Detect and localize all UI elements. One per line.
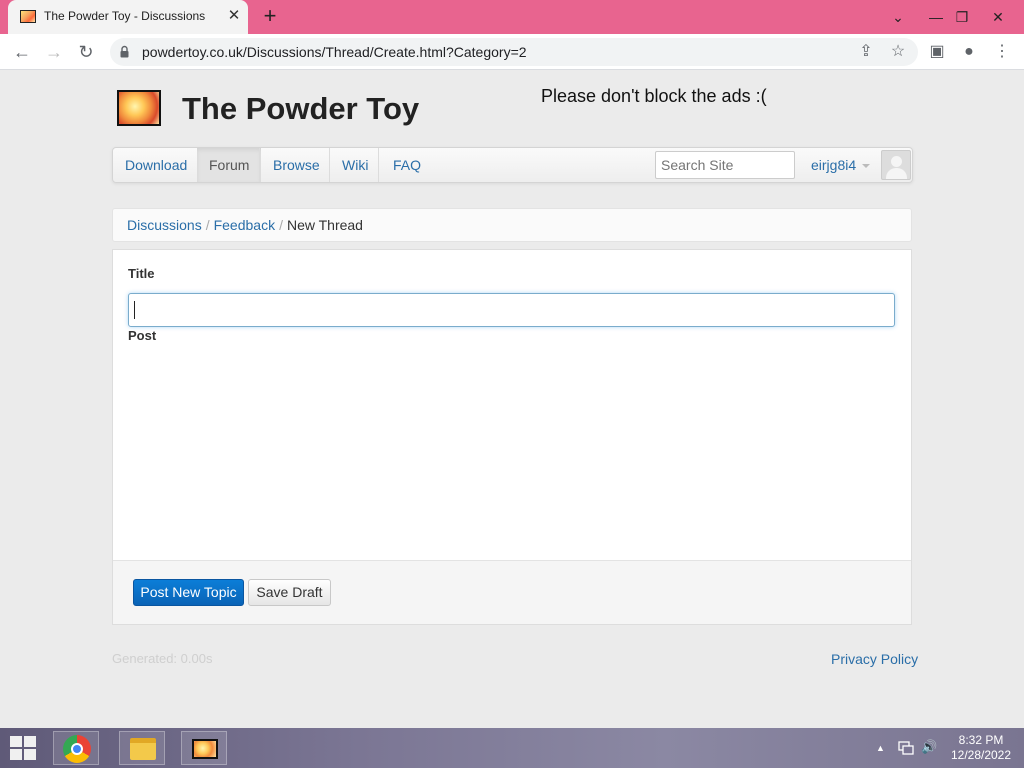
site-navbar: Download Forum Browse Wiki FAQ eirjg8i4 (112, 147, 913, 183)
post-new-topic-button[interactable]: Post New Topic (133, 579, 244, 606)
post-label: Post (128, 328, 157, 343)
breadcrumb-discussions[interactable]: Discussions (127, 217, 202, 233)
windows-start-icon[interactable] (10, 736, 36, 760)
start-pane (24, 749, 36, 760)
new-thread-form: Title Post Post New Topic Save Draft (112, 249, 912, 625)
text-cursor (134, 301, 135, 319)
taskbar-chrome[interactable] (53, 731, 99, 765)
breadcrumb-separator: / (205, 217, 210, 233)
nav-download[interactable]: Download (113, 148, 199, 182)
network-icon[interactable] (898, 740, 914, 756)
menu-kebab-icon[interactable]: ⋮ (990, 40, 1014, 64)
breadcrumb-separator: / (279, 217, 283, 233)
reload-icon[interactable]: ↻ (74, 40, 98, 64)
chrome-icon-center (71, 743, 83, 755)
tab-search-chevron-icon[interactable]: ⌄ (880, 0, 916, 34)
avatar-body (886, 168, 907, 179)
url-text[interactable]: powdertoy.co.uk/Discussions/Thread/Creat… (142, 44, 527, 60)
bookmark-star-icon[interactable]: ☆ (886, 40, 910, 64)
taskbar-powder-toy[interactable] (181, 731, 227, 765)
breadcrumb: Discussions / Feedback / New Thread (112, 208, 912, 242)
avatar[interactable] (881, 150, 911, 180)
generated-time: Generated: 0.00s (112, 651, 213, 666)
folder-icon (130, 738, 156, 760)
ads-notice: Please don't block the ads :( (541, 86, 767, 106)
powder-toy-logo[interactable] (117, 90, 161, 126)
caret-down-icon (862, 164, 871, 169)
site-title[interactable]: The Powder Toy (182, 91, 419, 127)
title-input[interactable] (128, 293, 895, 327)
privacy-policy-link[interactable]: Privacy Policy (831, 651, 918, 667)
profile-icon[interactable]: ● (957, 40, 981, 64)
clock-time: 8:32 PM (958, 733, 1004, 747)
nav-divider (378, 148, 379, 182)
breadcrumb-feedback[interactable]: Feedback (214, 217, 275, 233)
clock-date: 12/28/2022 (950, 748, 1012, 762)
page-content: The Powder Toy Please don't block the ad… (0, 71, 1024, 728)
avatar-head (891, 156, 902, 167)
post-editor[interactable] (128, 345, 895, 555)
nav-faq[interactable]: FAQ (381, 148, 433, 182)
back-arrow-icon[interactable]: ← (10, 40, 34, 64)
address-bar[interactable]: powdertoy.co.uk/Discussions/Thread/Creat… (110, 38, 918, 66)
tab-close-icon[interactable]: ✕ (224, 6, 244, 26)
chrome-icon (63, 735, 91, 763)
restore-button[interactable]: ❐ (944, 0, 980, 34)
lock-icon[interactable] (120, 45, 129, 58)
username[interactable]: eirjg8i4 (811, 157, 856, 173)
tab-title: The Powder Toy - Discussions (44, 9, 206, 23)
nav-forum[interactable]: Forum (197, 148, 262, 182)
user-menu[interactable]: eirjg8i4 (811, 148, 871, 182)
forward-arrow-icon[interactable]: → (42, 40, 66, 64)
tray-chevron-icon[interactable]: ▲ (876, 743, 885, 753)
browser-tab-strip: The Powder Toy - Discussions ✕ + ⌄ — ❐ ✕ (0, 0, 1024, 34)
start-pane (10, 749, 22, 760)
volume-icon[interactable]: 🔊 (921, 739, 937, 755)
title-label: Title (128, 266, 155, 281)
close-window-button[interactable]: ✕ (980, 0, 1016, 34)
save-draft-button[interactable]: Save Draft (248, 579, 331, 606)
site-search-input[interactable] (655, 151, 795, 179)
browser-toolbar: ← → ↻ powdertoy.co.uk/Discussions/Thread… (0, 34, 1024, 70)
system-clock[interactable]: 8:32 PM 12/28/2022 (946, 733, 1016, 763)
nav-browse[interactable]: Browse (261, 148, 332, 182)
powder-toy-favicon-icon (20, 10, 36, 23)
side-panel-icon[interactable]: ▣ (925, 40, 949, 64)
start-pane (24, 736, 36, 747)
share-icon[interactable]: ⇪ (854, 40, 878, 64)
taskbar: ▲ 🔊 8:32 PM 12/28/2022 (0, 728, 1024, 768)
start-pane (10, 736, 22, 747)
browser-tab[interactable]: The Powder Toy - Discussions ✕ (8, 0, 248, 34)
form-actions: Post New Topic Save Draft (113, 560, 911, 624)
taskbar-file-explorer[interactable] (119, 731, 165, 765)
nav-wiki[interactable]: Wiki (330, 148, 380, 182)
nav-divider (259, 148, 260, 182)
breadcrumb-current: New Thread (286, 217, 363, 233)
new-tab-button[interactable]: + (258, 5, 282, 29)
powder-toy-icon (192, 739, 218, 759)
